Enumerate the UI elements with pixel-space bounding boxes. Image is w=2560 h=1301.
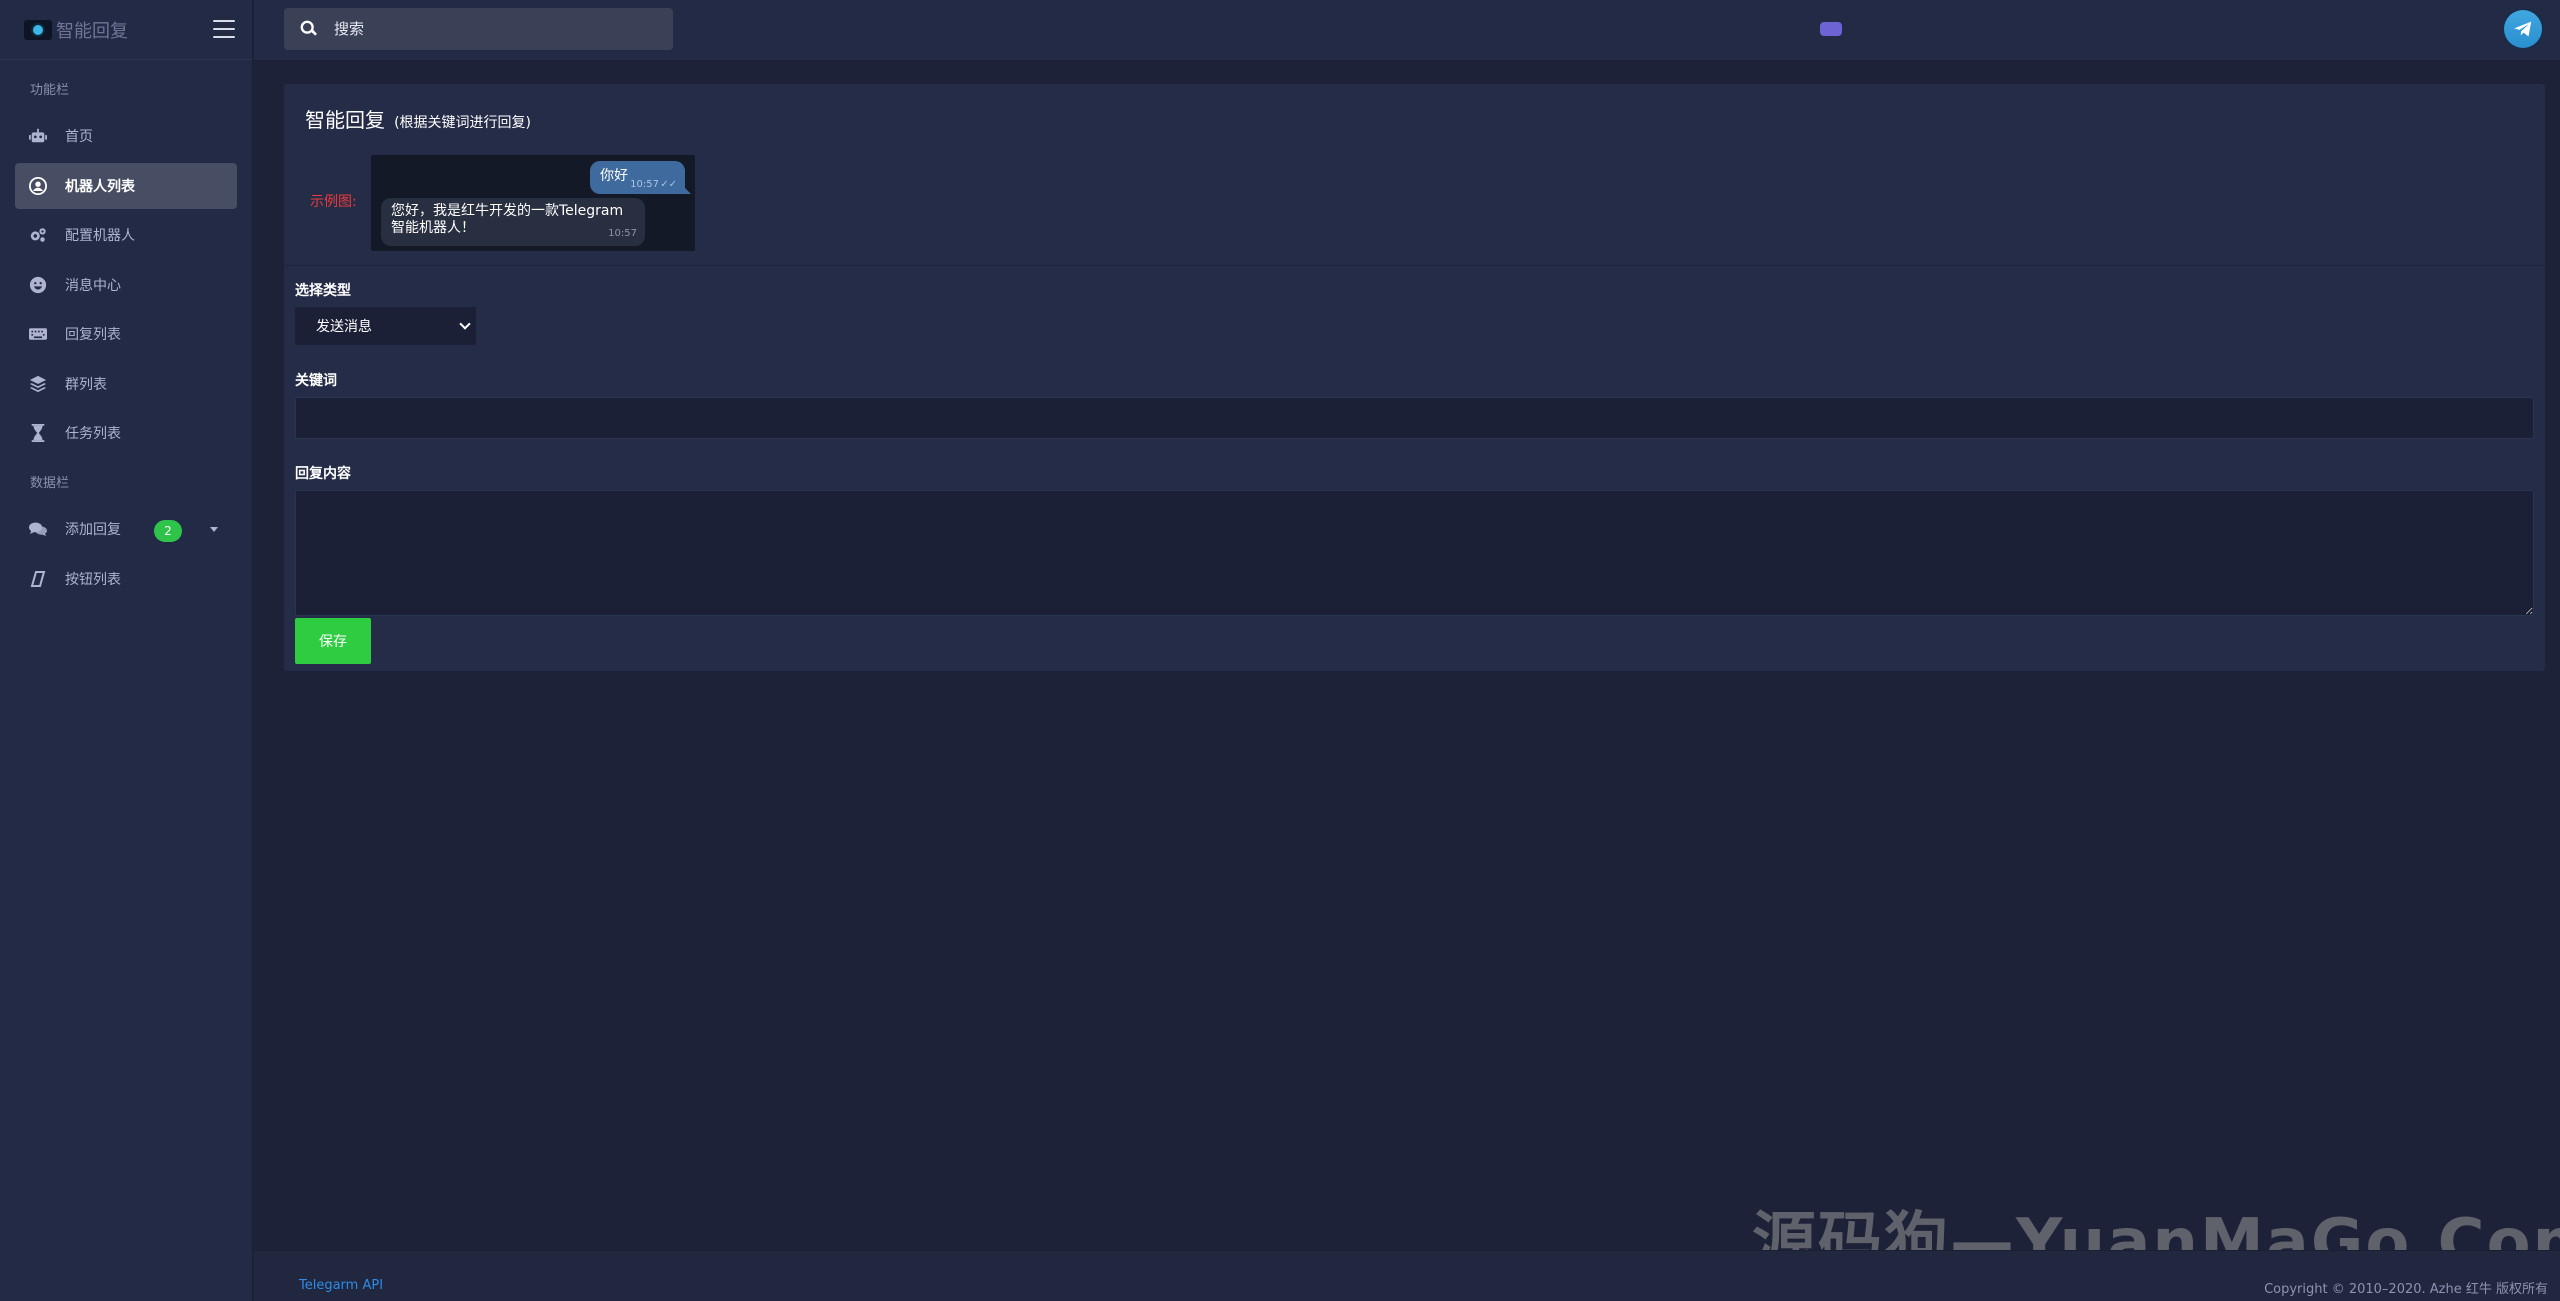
outgoing-message: 你好 10:57 ✓✓ <box>590 161 691 194</box>
outgoing-message-time: 10:57 <box>630 179 659 190</box>
search-input[interactable] <box>334 20 654 38</box>
incoming-message: 您好，我是红牛开发的一款Telegram智能机器人！ 10:57 <box>381 198 645 246</box>
divider <box>284 265 2545 266</box>
double-check-icon: ✓✓ <box>660 179 677 190</box>
keyboard-icon <box>27 325 49 343</box>
sidebar-item-label: 群列表 <box>65 376 107 393</box>
sidebar-item-add-reply[interactable]: 添加回复 2 <box>15 506 237 552</box>
page-title: 智能回复 <box>305 108 385 132</box>
type-label: 选择类型 <box>295 283 351 299</box>
telegram-icon[interactable] <box>2504 10 2542 48</box>
sidebar-item-label: 按钮列表 <box>65 571 121 588</box>
robot-icon <box>27 127 49 145</box>
example-chat-image: 你好 10:57 ✓✓ 您好，我是红牛开发的一款Telegram智能机器人！ 1… <box>371 155 695 251</box>
sidebar-item-home[interactable]: 首页 <box>15 113 237 159</box>
keyword-input[interactable] <box>295 397 2534 439</box>
sidebar-item-config-bot[interactable]: 配置机器人 <box>15 212 237 258</box>
parallelogram-icon <box>27 570 49 588</box>
smart-reply-card: 智能回复 (根据关键词进行回复) 示例图: 你好 10:57 ✓✓ 您好，我是红… <box>284 84 2545 671</box>
topbar <box>254 0 2560 61</box>
outgoing-message-text: 你好 <box>600 168 628 184</box>
sidebar-item-label: 首页 <box>65 129 93 145</box>
copyright-text: Copyright © 2010–2020. Azhe 红牛 版权所有 <box>2264 1282 2548 1297</box>
sidebar: 智能回复 功能栏 首页 机器人列表 配置机器人 消息中心 回复列表 群列表 任务… <box>0 0 253 1301</box>
telegram-api-link[interactable]: Telegarm API <box>299 1278 383 1293</box>
brand-name[interactable]: 智能回复 <box>56 17 128 43</box>
smile-icon <box>27 276 49 294</box>
incoming-message-text: 您好，我是红牛开发的一款Telegram智能机器人！ <box>391 203 624 236</box>
count-badge: 2 <box>154 520 182 542</box>
sidebar-item-messages[interactable]: 消息中心 <box>15 262 237 308</box>
logo-icon[interactable] <box>24 19 52 40</box>
menu-toggle-icon[interactable] <box>213 20 235 38</box>
user-circle-icon <box>27 176 49 195</box>
save-button[interactable]: 保存 <box>295 618 371 664</box>
card-header: 智能回复 (根据关键词进行回复) <box>305 104 531 133</box>
sidebar-section-data: 数据栏 <box>30 476 70 491</box>
layers-icon <box>27 375 49 393</box>
chevron-down-icon[interactable] <box>210 527 218 532</box>
sidebar-item-label: 配置机器人 <box>65 228 135 244</box>
notification-pill[interactable] <box>1820 22 1842 36</box>
chevron-down-icon <box>459 318 471 330</box>
page-subtitle: (根据关键词进行回复) <box>394 115 532 131</box>
gears-icon <box>27 226 49 244</box>
type-select[interactable]: 发送消息 <box>295 307 476 345</box>
sidebar-item-reply-list[interactable]: 回复列表 <box>15 311 237 357</box>
sidebar-section-functions: 功能栏 <box>30 83 70 98</box>
sidebar-item-label: 机器人列表 <box>65 178 135 195</box>
sidebar-header: 智能回复 <box>0 0 252 60</box>
type-select-value: 发送消息 <box>316 319 372 335</box>
comments-icon <box>27 520 49 538</box>
reply-content-textarea[interactable] <box>295 490 2534 616</box>
keyword-label: 关键词 <box>295 373 337 389</box>
sidebar-item-label: 任务列表 <box>65 426 121 442</box>
content-label: 回复内容 <box>295 466 351 482</box>
sidebar-item-button-list[interactable]: 按钮列表 <box>15 556 237 602</box>
sidebar-item-label: 添加回复 <box>65 522 121 538</box>
sidebar-item-label: 消息中心 <box>65 277 121 294</box>
hourglass-icon <box>27 424 49 442</box>
sidebar-item-group-list[interactable]: 群列表 <box>15 361 237 407</box>
incoming-message-time: 10:57 <box>608 228 637 239</box>
sidebar-item-label: 回复列表 <box>65 327 121 343</box>
sidebar-item-bot-list[interactable]: 机器人列表 <box>15 162 237 209</box>
example-label: 示例图: <box>310 194 357 210</box>
footer: Telegarm API Copyright © 2010–2020. Azhe… <box>254 1250 2560 1301</box>
search-icon <box>300 20 317 36</box>
sidebar-item-task-list[interactable]: 任务列表 <box>15 410 237 456</box>
search-box[interactable] <box>284 8 673 50</box>
